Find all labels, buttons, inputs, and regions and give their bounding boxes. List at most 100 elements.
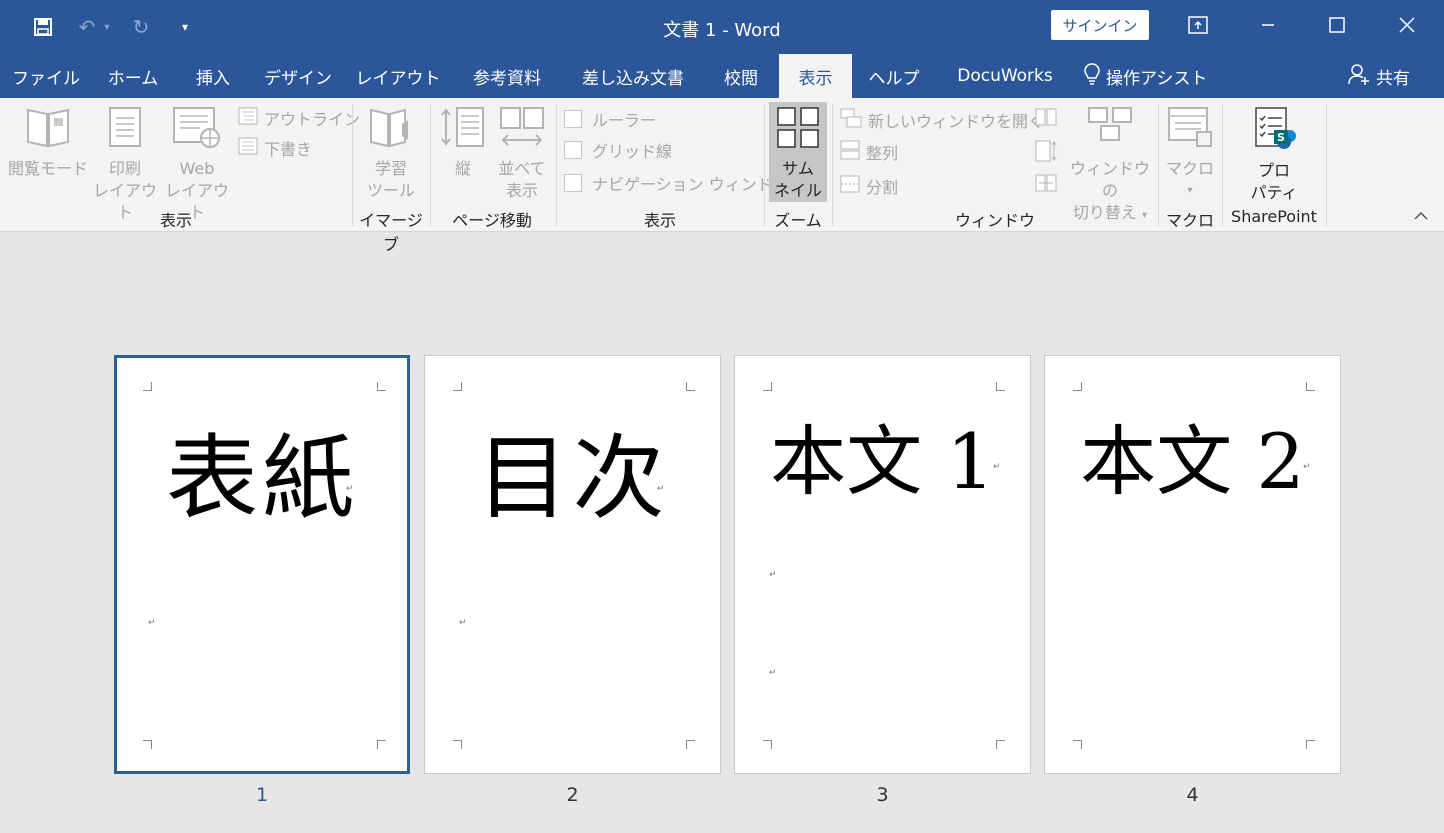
paragraph-mark: ↵ bbox=[769, 668, 777, 678]
page-corner-mark bbox=[1073, 382, 1082, 391]
properties-button[interactable]: S プロ パティ bbox=[1236, 106, 1312, 204]
tab-home[interactable]: ホーム bbox=[92, 54, 174, 98]
draft-icon bbox=[238, 137, 258, 159]
paragraph-mark: ↵ bbox=[657, 484, 665, 494]
tab-mailings[interactable]: 差し込み文書 bbox=[562, 54, 704, 98]
page-number-4: 4 bbox=[1186, 784, 1199, 806]
paragraph-mark: ↵ bbox=[148, 618, 156, 628]
tell-me-label: 操作アシスト bbox=[1106, 68, 1208, 89]
page-heading: 表紙 bbox=[165, 425, 358, 532]
print-layout-label-1: 印刷 bbox=[108, 159, 141, 178]
page-thumbnail-2[interactable]: 目次 ↵ ↵ bbox=[424, 355, 721, 774]
sharepoint-properties-icon: S bbox=[1236, 106, 1312, 156]
page-corner-mark bbox=[686, 382, 695, 391]
tab-help[interactable]: ヘルプ bbox=[852, 54, 936, 98]
navigation-pane-label: ナビゲーション ウィンドウ bbox=[592, 175, 789, 194]
page-corner-mark bbox=[377, 382, 386, 391]
macros-label: マクロ bbox=[1165, 159, 1214, 178]
page-heading: 本文 1 bbox=[770, 417, 995, 506]
page-corner-mark bbox=[686, 740, 695, 749]
learning-tools-icon bbox=[356, 106, 426, 154]
paragraph-mark: ↵ bbox=[1303, 462, 1311, 472]
draft-label: 下書き bbox=[264, 140, 313, 159]
navigation-pane-checkbox-box[interactable] bbox=[564, 174, 582, 192]
gridlines-label: グリッド線 bbox=[592, 142, 673, 161]
page-thumbnail-4[interactable]: 本文 2 ↵ bbox=[1044, 355, 1341, 774]
learning-tools-label-2: ツール bbox=[366, 181, 415, 200]
split-button[interactable]: 分割 bbox=[840, 174, 898, 198]
group-label-window: ウィンドウ bbox=[954, 211, 1035, 230]
vertical-scroll-icon bbox=[434, 106, 492, 154]
arrange-all-button[interactable]: 整列 bbox=[840, 140, 898, 164]
macros-button[interactable]: マクロ ▾ bbox=[1162, 106, 1218, 202]
collapse-ribbon-icon[interactable] bbox=[1410, 206, 1432, 228]
svg-text:S: S bbox=[1277, 131, 1285, 144]
gridlines-checkbox[interactable]: グリッド線 bbox=[564, 138, 672, 162]
share-button[interactable]: 共有 bbox=[1348, 54, 1428, 98]
read-mode-label: 閲覧モード bbox=[7, 159, 88, 178]
side-by-side-icon bbox=[492, 106, 552, 154]
thumbnails-label-2: ネイル bbox=[773, 181, 822, 200]
close-icon[interactable] bbox=[1372, 0, 1442, 50]
paragraph-mark: ↵ bbox=[993, 462, 1001, 472]
group-divider bbox=[1326, 104, 1327, 226]
switch-windows-icon bbox=[1064, 106, 1156, 154]
ribbon-display-options-icon[interactable] bbox=[1163, 0, 1233, 50]
page-thumbnail-3[interactable]: 本文 1 ↵ ↵ ↵ bbox=[734, 355, 1031, 774]
ruler-checkbox[interactable]: ルーラー bbox=[564, 107, 656, 131]
minimize-icon[interactable] bbox=[1233, 0, 1303, 50]
ruler-label: ルーラー bbox=[592, 111, 657, 130]
macros-dropdown-icon: ▾ bbox=[1187, 185, 1193, 196]
page-corner-mark bbox=[453, 740, 462, 749]
group-label-macros: マクロ bbox=[1165, 211, 1214, 230]
ribbon-view: 閲覧モード 印刷 レイアウト Web レイアウト アウトライン 下書き 表示 学… bbox=[0, 98, 1444, 254]
read-mode-button[interactable]: 閲覧モード bbox=[6, 106, 90, 180]
outline-icon bbox=[238, 107, 258, 129]
tab-docuworks[interactable]: DocuWorks bbox=[936, 54, 1074, 98]
learning-tools-button[interactable]: 学習 ツール bbox=[356, 106, 426, 202]
learning-tools-label-1: 学習 bbox=[374, 159, 407, 178]
vertical-button[interactable]: 縦 bbox=[434, 106, 492, 180]
synchronous-scrolling-icon bbox=[1035, 140, 1057, 166]
lightbulb-icon bbox=[1084, 62, 1100, 90]
draft-button[interactable]: 下書き bbox=[238, 136, 312, 160]
page-corner-mark bbox=[1073, 740, 1082, 749]
ribbon-tabs: ファイル ホーム 挿入 デザイン レイアウト 参考資料 差し込み文書 校閲 表示… bbox=[0, 54, 1444, 98]
thumbnails-button[interactable]: サム ネイル bbox=[769, 102, 827, 202]
side-by-side-button[interactable]: 並べて 表示 bbox=[492, 106, 552, 202]
page-corner-mark bbox=[763, 382, 772, 391]
page-corner-mark bbox=[1306, 740, 1315, 749]
tab-insert[interactable]: 挿入 bbox=[174, 54, 252, 98]
arrange-all-icon bbox=[840, 140, 860, 164]
gridlines-checkbox-box[interactable] bbox=[564, 141, 582, 159]
reset-window-position-button[interactable] bbox=[1034, 174, 1058, 198]
tab-layout[interactable]: レイアウト bbox=[344, 54, 452, 98]
navigation-pane-checkbox[interactable]: ナビゲーション ウィンドウ bbox=[564, 171, 789, 195]
tab-view[interactable]: 表示 bbox=[779, 54, 852, 98]
group-label-show: 表示 bbox=[643, 211, 676, 230]
page-number-1: 1 bbox=[255, 784, 269, 806]
page-corner-mark bbox=[143, 382, 152, 391]
new-window-icon bbox=[840, 108, 862, 132]
tell-me-assist[interactable]: 操作アシスト bbox=[1084, 54, 1218, 98]
tab-file[interactable]: ファイル bbox=[0, 54, 92, 98]
signin-button[interactable]: サインイン bbox=[1051, 10, 1149, 40]
synchronous-scrolling-button[interactable] bbox=[1034, 140, 1058, 168]
tab-references[interactable]: 参考資料 bbox=[452, 54, 562, 98]
paragraph-mark: ↵ bbox=[346, 484, 354, 494]
group-label-sharepoint: SharePoint bbox=[1231, 207, 1317, 226]
ruler-checkbox-box[interactable] bbox=[564, 110, 582, 128]
outline-button[interactable]: アウトライン bbox=[238, 106, 360, 130]
new-window-button[interactable]: 新しいウィンドウを開く bbox=[840, 108, 1044, 132]
page-thumbnail-1[interactable]: 表紙 ↵ ↵ bbox=[114, 355, 410, 774]
page-number-2: 2 bbox=[566, 784, 579, 806]
tab-design[interactable]: デザイン bbox=[252, 54, 344, 98]
tab-review[interactable]: 校閲 bbox=[704, 54, 778, 98]
view-side-by-side-button[interactable] bbox=[1034, 108, 1058, 132]
book-icon bbox=[6, 106, 90, 154]
page-corner-mark bbox=[996, 740, 1005, 749]
maximize-icon[interactable] bbox=[1302, 0, 1372, 50]
paragraph-mark: ↵ bbox=[769, 570, 777, 580]
print-layout-icon bbox=[90, 106, 160, 154]
split-icon bbox=[840, 175, 860, 197]
